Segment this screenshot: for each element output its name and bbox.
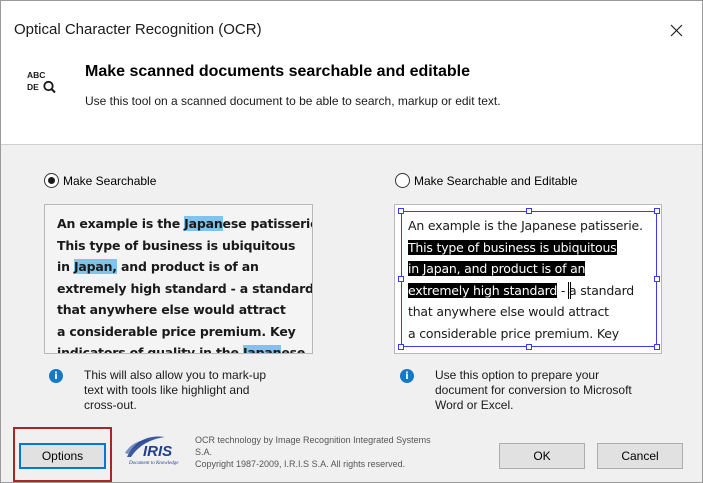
preview-text: and product is of an bbox=[116, 259, 259, 274]
searchable-info: i This will also allow you to mark-up te… bbox=[49, 368, 266, 413]
preview-line: This type of business is ubiquitous bbox=[57, 235, 312, 257]
window-title: Optical Character Recognition (OCR) bbox=[14, 21, 262, 38]
search-highlight: Japan bbox=[184, 216, 223, 231]
preview-line: extremely high standard - a standard bbox=[57, 278, 313, 300]
searchable-info-text: This will also allow you to mark-up text… bbox=[84, 368, 266, 413]
header-panel: ABC DE Make scanned documents searchable… bbox=[1, 39, 702, 145]
preview-text: in bbox=[57, 259, 74, 274]
selection-handle bbox=[398, 344, 404, 350]
credit-line: S.A. bbox=[195, 447, 213, 457]
selection-handle bbox=[654, 276, 660, 282]
editable-info-text: Use this option to prepare your document… bbox=[435, 368, 632, 413]
selection-handle bbox=[398, 208, 404, 214]
search-highlight: Japan bbox=[242, 345, 282, 353]
make-searchable-radio[interactable] bbox=[44, 173, 59, 188]
icon-text-top: ABC bbox=[27, 70, 45, 80]
make-editable-option[interactable]: Make Searchable and Editable bbox=[395, 173, 577, 188]
selection-handle bbox=[526, 208, 532, 214]
info-line: document for conversion to Microsoft bbox=[435, 383, 632, 397]
selection-handle bbox=[654, 344, 660, 350]
preview-text: ese patisserie. bbox=[222, 216, 313, 231]
searchable-preview-text: An example is the Japanese patisserie. Th… bbox=[57, 213, 313, 354]
make-editable-label: Make Searchable and Editable bbox=[414, 173, 578, 188]
preview-text: ese bbox=[281, 345, 306, 354]
make-editable-radio[interactable] bbox=[395, 173, 410, 188]
close-icon bbox=[670, 24, 682, 36]
make-searchable-label: Make Searchable bbox=[63, 173, 157, 188]
preview-line: An example is the Japanese patisserie. bbox=[57, 213, 313, 235]
header-title: Make scanned documents searchable and ed… bbox=[85, 63, 471, 80]
options-button[interactable]: Options bbox=[19, 443, 106, 469]
info-line: cross-out. bbox=[84, 398, 137, 412]
abc-deq-icon: ABC DE bbox=[27, 70, 56, 94]
iris-wordmark: IRIS bbox=[143, 443, 172, 460]
info-icon: i bbox=[49, 369, 63, 383]
preview-line: that anywhere else would attract bbox=[57, 299, 312, 321]
preview-line: indicators of quality in the Japanese bbox=[57, 342, 312, 354]
preview-line: a considerable price premium. Key bbox=[57, 321, 312, 343]
preview-text: indicators of quality in the bbox=[57, 345, 243, 354]
preview-text: a considerable price premium. Key bbox=[57, 323, 296, 339]
ocr-dialog: Optical Character Recognition (OCR) ABC … bbox=[0, 0, 703, 483]
selection-handle bbox=[398, 276, 404, 282]
editable-preview: An example is the Japanese patisserie. Th… bbox=[394, 204, 662, 354]
make-searchable-option[interactable]: Make Searchable bbox=[44, 173, 156, 188]
selection-handle bbox=[526, 344, 532, 350]
searchable-preview: An example is the Japanese patisserie. Th… bbox=[44, 204, 313, 354]
dialog-footer: Options IRIS Document to Knowledge OCR t… bbox=[1, 423, 702, 482]
credit-line: Copyright 1987-2009, I.R.I.S S.A. All ri… bbox=[195, 459, 406, 469]
iris-logo: IRIS Document to Knowledge bbox=[125, 436, 179, 466]
iris-tagline: Document to Knowledge bbox=[128, 461, 179, 466]
header-subtitle: Use this tool on a scanned document to b… bbox=[85, 94, 501, 108]
preview-line: in Japan, and product is of an bbox=[57, 256, 312, 278]
info-icon: i bbox=[400, 369, 414, 383]
ocr-credit: OCR technology by Image Recognition Inte… bbox=[195, 434, 431, 470]
ok-button[interactable]: OK bbox=[499, 443, 585, 469]
preview-text: This type of business is ubiquitous bbox=[57, 237, 296, 253]
info-line: Word or Excel. bbox=[435, 398, 514, 412]
text-cursor-icon bbox=[568, 282, 571, 299]
info-line: text with tools like highlight and bbox=[84, 383, 250, 397]
editable-info: i Use this option to prepare your docume… bbox=[400, 368, 632, 413]
info-line: This will also allow you to mark-up bbox=[84, 368, 267, 382]
icon-text-bottom: DE bbox=[27, 82, 39, 92]
cancel-button[interactable]: Cancel bbox=[597, 443, 683, 469]
preview-text: An example is the bbox=[57, 216, 185, 231]
credit-line: OCR technology by Image Recognition Inte… bbox=[195, 435, 431, 445]
selection-handle bbox=[654, 208, 660, 214]
info-line: Use this option to prepare your bbox=[435, 368, 600, 382]
search-highlight: Japan, bbox=[73, 259, 117, 274]
selection-box bbox=[401, 211, 657, 347]
preview-text: extremely high standard - a standard bbox=[57, 280, 313, 296]
preview-text: that anywhere else would attract bbox=[57, 302, 286, 317]
